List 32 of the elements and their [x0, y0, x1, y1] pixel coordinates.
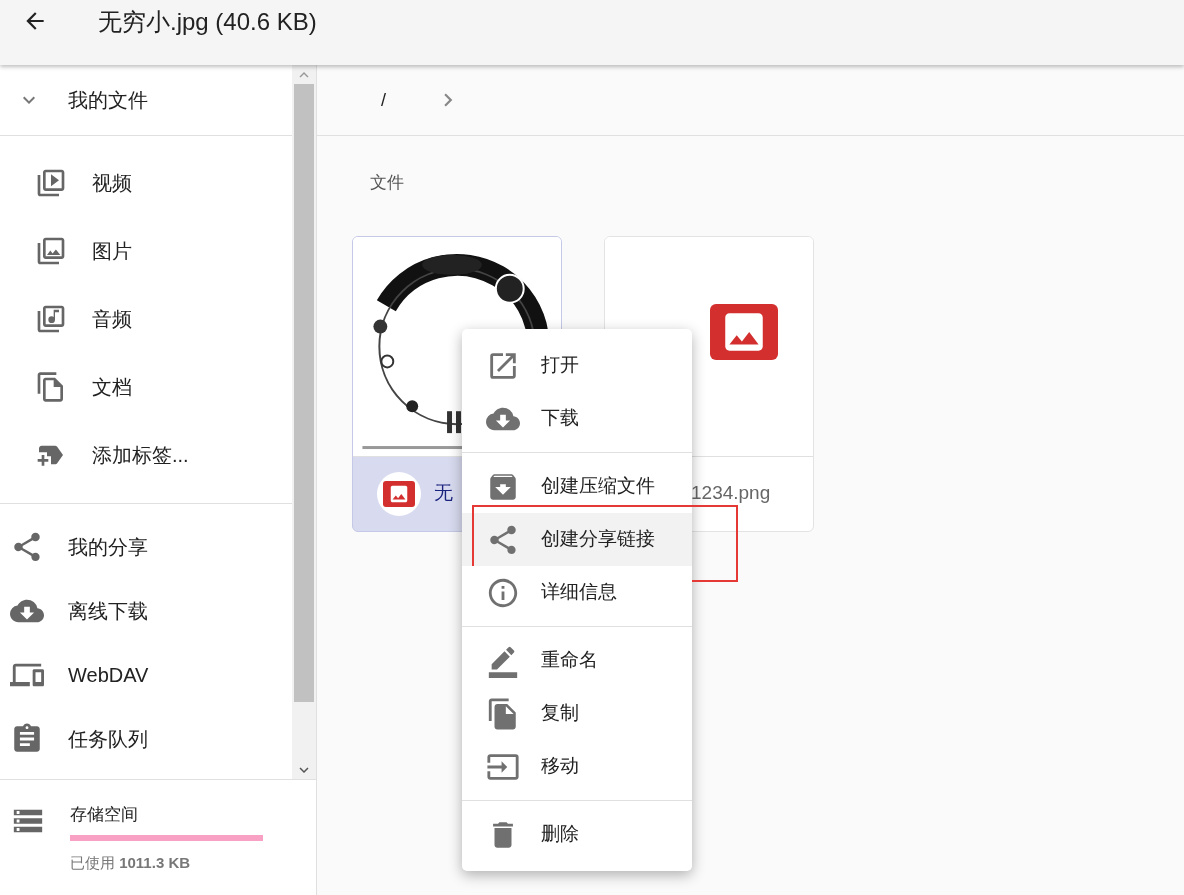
- menu-item[interactable]: 打开: [462, 339, 692, 392]
- photo-library-icon: [35, 235, 67, 267]
- breadcrumb-root[interactable]: /: [381, 86, 386, 114]
- file-type-item[interactable]: 图片: [0, 217, 292, 285]
- window-title: 无穷小.jpg (40.6 KB): [98, 8, 317, 36]
- file-name: 1234.png: [691, 481, 771, 506]
- menu-item[interactable]: 创建分享链接: [462, 513, 692, 566]
- menu-item[interactable]: 复制: [462, 687, 692, 740]
- file-name: 无: [434, 481, 453, 506]
- scrollbar[interactable]: [292, 65, 316, 779]
- section-title: 文件: [370, 172, 404, 194]
- video-library-icon: [35, 167, 67, 199]
- music-library-icon: [35, 303, 67, 335]
- menu-item[interactable]: 创建压缩文件: [462, 460, 692, 513]
- sidebar-item[interactable]: 我的分享: [0, 515, 292, 579]
- file-type-item[interactable]: 视频: [0, 149, 292, 217]
- storage-label: 存储空间: [70, 804, 139, 826]
- image-type-icon: [377, 471, 421, 516]
- menu-item[interactable]: 下载: [462, 392, 692, 445]
- menu-item[interactable]: 删除: [462, 808, 692, 861]
- scrollbar-thumb[interactable]: [294, 84, 314, 702]
- file-type-item[interactable]: 文档: [0, 353, 292, 421]
- image-file-icon: [710, 304, 778, 360]
- file-type-item[interactable]: 音频: [0, 285, 292, 353]
- menu-item[interactable]: 重命名: [462, 634, 692, 687]
- file-type-item[interactable]: 添加标签...: [0, 421, 292, 489]
- sidebar-item[interactable]: WebDAV: [0, 643, 292, 707]
- menu-item[interactable]: 移动: [462, 740, 692, 793]
- sidebar-item[interactable]: 任务队列: [0, 707, 292, 771]
- storage-usage: 已使用 1011.3 KB: [70, 853, 192, 873]
- sidebar-item[interactable]: 离线下载: [0, 579, 292, 643]
- menu-item[interactable]: 详细信息: [462, 566, 692, 619]
